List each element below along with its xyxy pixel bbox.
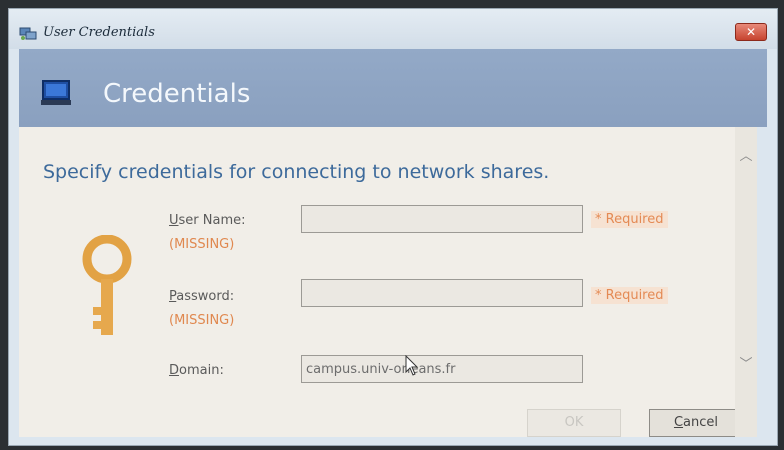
username-input[interactable] — [301, 205, 583, 233]
password-required-note: * Required — [591, 287, 668, 304]
close-icon: ✕ — [745, 25, 757, 39]
window-title: User Credentials — [43, 25, 155, 40]
cancel-button[interactable]: Cancel — [649, 409, 743, 437]
domain-label: Domain: — [169, 363, 224, 378]
computer-icon — [41, 80, 71, 105]
mouse-cursor-icon — [405, 355, 419, 376]
chevron-down-icon[interactable]: ﹀ — [738, 357, 754, 373]
vertical-scrollbar[interactable]: ︿ ﹀ — [735, 127, 757, 437]
password-input[interactable] — [301, 279, 583, 307]
credentials-dialog: User Credentials ✕ Credentials Specify c… — [8, 8, 778, 446]
chevron-up-icon[interactable]: ︿ — [738, 149, 754, 165]
title-bar[interactable]: User Credentials ✕ — [9, 9, 777, 49]
password-label: Password: — [169, 289, 235, 304]
close-button[interactable]: ✕ — [735, 23, 767, 41]
username-required-note: * Required — [591, 211, 668, 228]
username-label: User Name: — [169, 213, 246, 228]
key-icon — [82, 235, 132, 335]
header-banner: Credentials — [19, 49, 767, 127]
password-missing-badge: (MISSING) — [169, 313, 235, 328]
ok-button[interactable]: OK — [527, 409, 621, 437]
domain-input[interactable] — [301, 355, 583, 383]
username-missing-badge: (MISSING) — [169, 237, 235, 252]
dialog-content: Specify credentials for connecting to ne… — [19, 127, 757, 437]
network-icon — [19, 27, 37, 40]
banner-title: Credentials — [103, 79, 251, 109]
instruction-heading: Specify credentials for connecting to ne… — [43, 161, 550, 183]
